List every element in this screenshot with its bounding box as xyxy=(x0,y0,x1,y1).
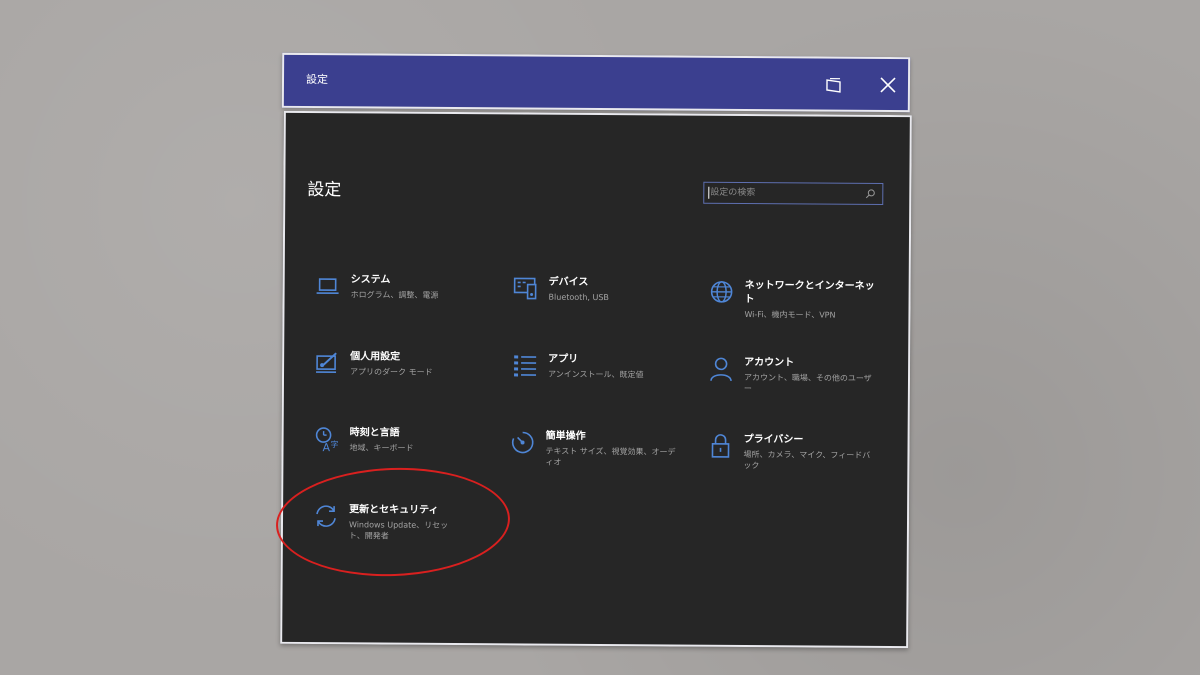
time-language-icon: A 字 xyxy=(315,427,339,452)
tile-subtitle: Wi-Fi、機内モード、VPN xyxy=(744,310,836,320)
tile-title: システム xyxy=(350,274,391,286)
globe-icon xyxy=(710,281,733,303)
tile-title: デバイス xyxy=(548,276,589,288)
keyboard-devices-icon xyxy=(513,277,537,300)
tile-title: アプリ xyxy=(548,353,579,365)
laptop-icon xyxy=(316,278,339,295)
tile-subtitle: テキスト サイズ、視覚効果、オーディオ xyxy=(545,446,676,467)
search-icon[interactable] xyxy=(862,189,878,199)
svg-text:字: 字 xyxy=(331,439,339,449)
tile-title: 時刻と言語 xyxy=(349,427,400,439)
search-input[interactable] xyxy=(704,186,863,200)
close-icon xyxy=(880,77,896,93)
tile-subtitle: ホログラム、調整、電源 xyxy=(350,290,439,300)
apps-list-icon xyxy=(514,355,537,377)
restore-button[interactable] xyxy=(818,69,850,101)
tile-network[interactable]: ネットワークとインターネット Wi-Fi、機内モード、VPN xyxy=(708,279,878,330)
tile-ease-of-access[interactable]: 簡単操作 テキスト サイズ、視覚効果、オーディオ xyxy=(509,429,679,480)
tile-subtitle: 地域、キーボード xyxy=(349,443,414,453)
tile-title: アカウント xyxy=(744,357,795,369)
window-title-bar: 設定 xyxy=(281,52,911,113)
page-title: 設定 xyxy=(307,179,342,201)
tile-personalization[interactable]: 個人用設定 アプリのダーク モード xyxy=(314,350,484,401)
tile-apps[interactable]: アプリ アンインストール、既定値 xyxy=(512,352,682,403)
lock-icon xyxy=(711,434,730,458)
paint-brush-icon xyxy=(316,352,337,373)
tile-subtitle: Bluetooth, USB xyxy=(548,292,609,303)
svg-text:A: A xyxy=(322,441,330,452)
tile-privacy[interactable]: プライバシー 場所、カメラ、マイク、フィードバック xyxy=(707,433,877,484)
person-icon xyxy=(710,357,732,382)
tile-system[interactable]: システム ホログラム、調整、電源 xyxy=(314,273,484,324)
tile-subtitle: アカウント、職場、その他のユーザー xyxy=(743,373,872,394)
tile-accounts[interactable]: アカウント アカウント、職場、その他のユーザー xyxy=(708,356,878,407)
tile-title: 簡単操作 xyxy=(545,430,586,442)
restore-icon xyxy=(826,78,841,93)
ease-of-access-icon xyxy=(511,431,534,454)
tile-subtitle: アンインストール、既定値 xyxy=(548,369,644,380)
tile-title: プライバシー xyxy=(743,434,804,446)
text-caret xyxy=(708,186,710,199)
window-title: 設定 xyxy=(305,72,329,87)
tile-subtitle: 場所、カメラ、マイク、フィードバック xyxy=(743,450,871,471)
tile-title: ネットワークとインターネット xyxy=(744,280,875,306)
close-button[interactable] xyxy=(872,69,904,101)
tile-subtitle: アプリのダーク モード xyxy=(350,367,433,377)
tile-title: 個人用設定 xyxy=(350,351,401,363)
search-box[interactable] xyxy=(703,181,884,206)
tile-devices[interactable]: デバイス Bluetooth, USB xyxy=(512,275,682,326)
